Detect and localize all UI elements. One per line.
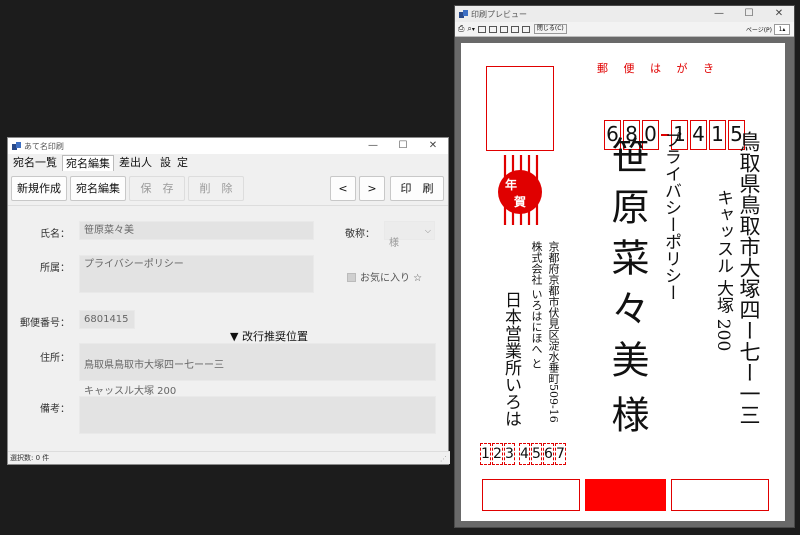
note-label: 備考： (40, 404, 70, 415)
printer-icon[interactable]: ⎙ (458, 24, 464, 34)
menu-settings-1[interactable]: 設 (157, 154, 174, 171)
name-label: 氏名： (40, 229, 70, 240)
favorite-toggle[interactable]: お気に入り ☆ (347, 269, 422, 284)
recipient-address-line2: キャッスル 大塚 200 (713, 189, 733, 352)
four-page-icon[interactable] (510, 25, 519, 33)
menu-settings-2[interactable]: 定 (174, 154, 191, 171)
postal-label: 郵便番号： (20, 318, 70, 329)
preview-app-icon (459, 10, 468, 18)
linebreak-hint: ▼ 改行推奨位置 (230, 330, 308, 343)
honorific-label: 敬称： (345, 229, 375, 240)
preview-close-button[interactable]: ✕ (764, 6, 794, 22)
sender-postal-digit: 6 (543, 443, 554, 465)
address-print-window: あて名印刷 — ☐ ✕ 宛名一覧 宛名編集 差出人 設 定 新規作成 宛名編集 … (7, 137, 450, 465)
window-title: あて名印刷 (24, 141, 64, 151)
nenga-mark-icon (498, 155, 542, 225)
preview-toolbar: ⎙ ⌕ ▾ 閉じる(C) ページ(P) 1▴ (455, 22, 794, 37)
edit-button[interactable]: 宛名編集 (70, 176, 126, 201)
preview-title-bar: 印刷プレビュー — ☐ ✕ (455, 6, 794, 22)
save-button[interactable]: 保 存 (129, 176, 185, 201)
close-button[interactable]: ✕ (418, 138, 448, 154)
two-page-icon[interactable] (488, 25, 497, 33)
nenga-char-2: 賀 (514, 195, 527, 209)
favorite-checkbox[interactable] (347, 273, 356, 282)
resize-grip-icon[interactable]: ⋰ (440, 455, 447, 463)
honorific-value: 様 (389, 238, 399, 249)
recipient-address-line1: 鳥取県鳥取市大塚四ー七ー一三 (737, 131, 761, 425)
menu-address-edit[interactable]: 宛名編集 (62, 154, 114, 171)
affiliation-field[interactable]: プライバシーポリシー (79, 255, 314, 293)
sender-postal-digit: 1 (480, 443, 491, 465)
sender-postal-digit: 5 (531, 443, 542, 465)
postal-digit: 1 (709, 120, 726, 150)
print-button[interactable]: 印 刷 (390, 176, 444, 201)
address-line1: 鳥取県鳥取市大塚四ー七ーー三 (84, 360, 224, 371)
sender-address: 京都府京都市伏見区淀水垂町509-16 (547, 241, 560, 423)
prev-button[interactable]: < (330, 176, 356, 201)
lottery-box-center (585, 479, 666, 511)
affiliation-label: 所属： (40, 263, 70, 274)
one-page-icon[interactable] (477, 25, 486, 33)
page-spinner[interactable]: 1▴ (774, 24, 790, 35)
app-icon (12, 142, 21, 150)
postcard-header: 郵 便 は が き (597, 62, 720, 75)
maximize-button[interactable]: ☐ (388, 138, 418, 154)
close-preview-button[interactable]: 閉じる(C) (533, 24, 567, 34)
recipient-honorific: 様 (605, 395, 649, 433)
three-page-icon[interactable] (499, 25, 508, 33)
next-button[interactable]: > (359, 176, 385, 201)
preview-window-title: 印刷プレビュー (471, 9, 527, 19)
stamp-box (486, 66, 554, 151)
postal-digit: 4 (690, 120, 707, 150)
minimize-button[interactable]: — (358, 138, 388, 154)
chevron-down-icon: ⌵ (424, 226, 431, 235)
title-bar: あて名印刷 — ☐ ✕ (8, 138, 448, 154)
note-field[interactable] (79, 396, 436, 434)
delete-button[interactable]: 削 除 (188, 176, 244, 201)
menu-bar: 宛名一覧 宛名編集 差出人 設 定 (8, 154, 448, 171)
sender-postal-digit: 4 (519, 443, 530, 465)
preview-minimize-button[interactable]: — (704, 6, 734, 22)
lottery-box-left (482, 479, 580, 511)
six-page-icon[interactable] (521, 25, 530, 33)
menu-sender[interactable]: 差出人 (116, 154, 155, 171)
zoom-dropdown-icon[interactable]: ▾ (472, 26, 475, 33)
address-label: 住所： (40, 353, 70, 364)
toolbar: 新規作成 宛名編集 保 存 削 除 < > 印 刷 (8, 171, 448, 206)
page-value: 1 (778, 26, 783, 33)
new-button[interactable]: 新規作成 (11, 176, 67, 201)
page-label: ページ(P) (745, 26, 772, 34)
favorite-label: お気に入り ☆ (360, 273, 423, 284)
sender-company: 株式会社 いろはにほへ と (530, 241, 543, 369)
postal-field[interactable]: 6801415 (79, 310, 135, 329)
nenga-char-1: 年 (505, 178, 518, 192)
name-field[interactable]: 笹原菜々美 (79, 221, 314, 240)
sender-postal-digit: 3 (504, 443, 515, 465)
recipient-company: プライバシーポリシー (661, 131, 681, 301)
recipient-name: 笹原菜々美 (605, 136, 649, 391)
address-field[interactable]: 鳥取県鳥取市大塚四ー七ーー三 キャッスル大塚 200 (79, 343, 436, 397)
print-preview-window: 印刷プレビュー — ☐ ✕ ⎙ ⌕ ▾ 閉じる(C) ページ(P) 1▴ 郵 便… (454, 5, 795, 528)
lottery-box-right (671, 479, 769, 511)
postcard: 郵 便 は が き 6 8 0 1 4 1 5 年 賀 鳥取県鳥取市大塚四ー七ー… (461, 43, 785, 521)
status-bar: 選択数: 0 件 (8, 451, 450, 464)
honorific-select[interactable]: 様 ⌵ (384, 221, 435, 249)
sender-postal-digit: 7 (555, 443, 566, 465)
menu-address-list[interactable]: 宛名一覧 (10, 154, 60, 171)
sender-name: 日本営業所いろは (501, 291, 521, 427)
sender-postal-digit: 2 (492, 443, 503, 465)
preview-maximize-button[interactable]: ☐ (734, 6, 764, 22)
